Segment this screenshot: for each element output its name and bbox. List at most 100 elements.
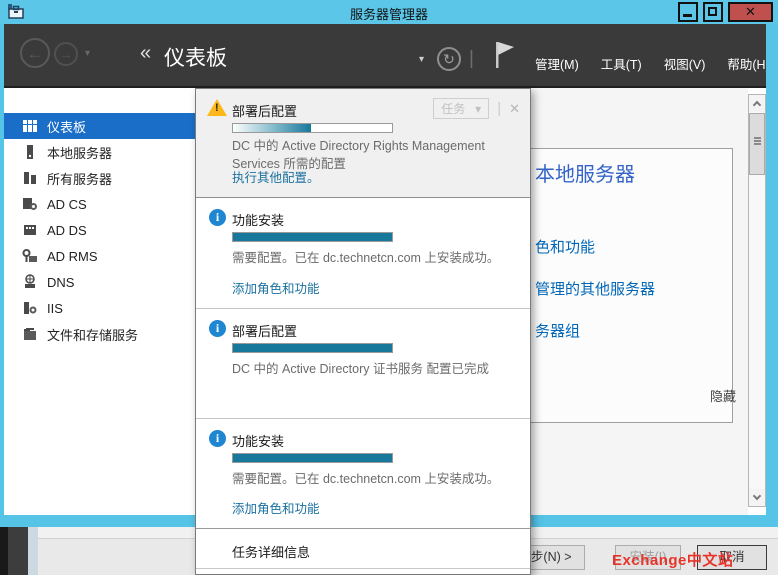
menu-view[interactable]: 视图(V) [664,54,706,73]
info-icon [209,430,226,447]
progress-bar [232,123,393,133]
sidebar-item-label: IIS [47,301,63,316]
notification-message: 需要配置。已在 dc.technetcn.com 上安装成功。 [232,470,520,488]
progress-fill [233,454,392,462]
window-title: 服务器管理器 [0,4,778,23]
breadcrumb-caret-icon[interactable]: ▾ [419,54,424,65]
quickstart-link-roles[interactable]: 色和功能 [535,236,595,257]
progress-bar [232,232,393,242]
scroll-down-button[interactable] [749,489,765,506]
toolbar-separator: | [469,48,474,70]
quickstart-link-server-group[interactable]: 务器组 [535,320,580,341]
chevron-down-icon [753,492,761,500]
add-roles-features-link[interactable]: 添加角色和功能 [232,278,320,297]
breadcrumb: 仪表板 [164,42,227,72]
flag-icon [492,40,518,70]
notification-feature-install-1: 功能安装 需要配置。已在 dc.technetcn.com 上安装成功。 添加角… [196,198,530,309]
local-server-icon [22,144,38,160]
sidebar-item-ad-cs[interactable]: AD CS [4,191,195,217]
sidebar-item-label: 本地服务器 [47,143,112,162]
iis-icon [22,300,38,316]
sidebar-item-ad-ds[interactable]: AD DS [4,217,195,243]
collapse-chevrons-icon[interactable]: « [140,42,151,65]
sidebar-item-label: AD RMS [47,249,98,264]
scroll-up-button[interactable] [749,95,765,112]
notification-feature-install-2: 功能安装 需要配置。已在 dc.technetcn.com 上安装成功。 添加角… [196,419,530,529]
progress-fill [233,233,392,241]
task-controls: 任务 ▾ | ✕ [433,98,520,119]
all-servers-icon [22,170,38,186]
task-details-row[interactable]: 任务详细信息 [196,529,530,569]
notification-title: 功能安装 [232,210,284,229]
background-window-edge [8,527,28,575]
sidebar-item-label: AD DS [47,223,87,238]
welcome-heading: 本地服务器 [535,158,635,187]
sidebar-item-dns[interactable]: DNS [4,269,195,295]
tasks-dropdown-button[interactable]: 任务 ▾ [433,98,489,119]
sidebar-item-ad-rms[interactable]: AD RMS [4,243,195,269]
tasks-caret-icon: ▾ [475,102,481,116]
progress-bar [232,343,393,353]
watermark: Exchange中文站 [612,549,733,570]
notifications-flag-button[interactable] [492,40,528,82]
forward-button[interactable]: → [54,42,78,66]
sidebar-item-local-server[interactable]: 本地服务器 [4,139,195,165]
tasks-label: 任务 [441,100,465,117]
controls-separator: | [497,100,501,117]
notifications-flyout: 部署后配置 任务 ▾ | ✕ DC 中的 Active Directory Ri… [195,88,531,575]
sidebar: 仪表板 本地服务器 所有服务器 AD CS [4,88,195,515]
notification-post-deploy-cs: 部署后配置 DC 中的 Active Directory 证书服务 配置已完成 [196,309,530,419]
back-button[interactable]: ← [20,38,50,68]
desktop-edge [0,527,8,575]
menu-tools[interactable]: 工具(T) [601,54,642,73]
task-details-link[interactable]: 任务详细信息 [232,542,310,561]
dismiss-notification-icon[interactable]: ✕ [509,101,520,117]
maximize-icon [708,7,717,16]
maximize-button[interactable] [703,2,723,22]
ad-ds-icon [22,222,38,238]
vertical-scrollbar[interactable] [748,94,766,507]
progress-bar [232,453,393,463]
notification-message: 需要配置。已在 dc.technetcn.com 上安装成功。 [232,249,520,267]
dashboard-icon [22,118,38,134]
sidebar-item-label: DNS [47,275,74,290]
quickstart-link-other-servers[interactable]: 管理的其他服务器 [535,278,655,299]
background-window-border [28,527,38,575]
refresh-button[interactable]: ↻ [437,47,461,71]
minimize-icon [683,14,692,17]
notification-title: 部署后配置 [232,101,297,120]
notification-title: 功能安装 [232,431,284,450]
perform-additional-config-link[interactable]: 执行其他配置。 [232,167,320,186]
progress-fill [233,124,311,132]
info-icon [209,320,226,337]
navigation-bar: ← → ▾ « 仪表板 ▾ ↻ | 管理(M) 工具(T) 视图(V) 帮助(H… [0,24,778,88]
sidebar-item-file-storage[interactable]: 文件和存储服务 [4,321,195,347]
info-icon [209,209,226,226]
file-storage-icon [22,326,38,342]
ad-cs-icon [22,196,38,212]
scrollbar-thumb[interactable] [749,113,765,175]
menu-manage[interactable]: 管理(M) [535,54,579,73]
history-dropdown-icon[interactable]: ▾ [85,48,90,59]
close-button[interactable]: ✕ [728,2,773,22]
dns-icon [22,274,38,290]
notification-post-deploy-rms: 部署后配置 任务 ▾ | ✕ DC 中的 Active Directory Ri… [196,89,530,198]
sidebar-item-dashboard[interactable]: 仪表板 [4,113,195,139]
add-roles-features-link[interactable]: 添加角色和功能 [232,498,320,517]
notification-title: 部署后配置 [232,321,297,340]
menu-help[interactable]: 帮助(H) [727,54,769,73]
titlebar[interactable]: 服务器管理器 ✕ [0,0,778,24]
sidebar-item-label: AD CS [47,197,87,212]
window-border-right [766,24,778,527]
sidebar-item-all-servers[interactable]: 所有服务器 [4,165,195,191]
sidebar-item-label: 文件和存储服务 [47,325,138,344]
warning-icon [207,99,227,116]
minimize-button[interactable] [678,2,698,22]
chevron-up-icon [753,101,761,109]
sidebar-item-label: 仪表板 [47,117,86,136]
hide-welcome-link[interactable]: 隐藏 [710,386,736,405]
sidebar-item-iis[interactable]: IIS [4,295,195,321]
notification-message: DC 中的 Active Directory 证书服务 配置已完成 [232,360,520,378]
sidebar-item-label: 所有服务器 [47,169,112,188]
ad-rms-icon [22,248,38,264]
